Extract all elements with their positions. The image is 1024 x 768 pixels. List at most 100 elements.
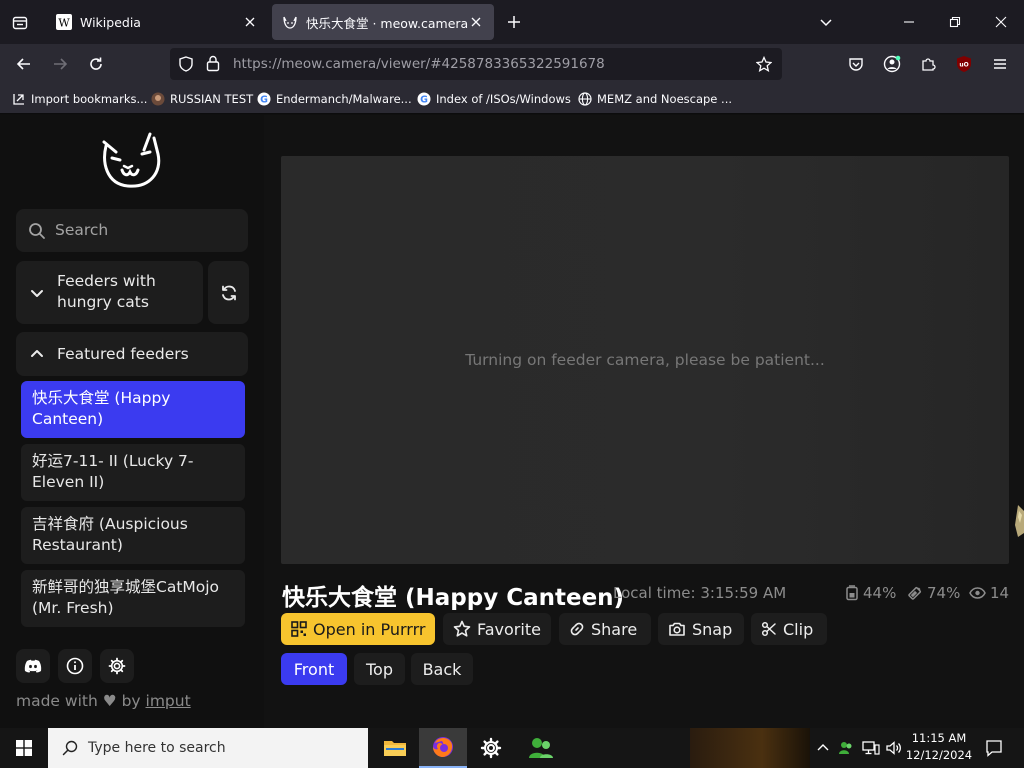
info-button[interactable]	[58, 649, 92, 683]
extensions-puzzle-icon[interactable]	[914, 50, 942, 78]
svg-text:G: G	[420, 95, 428, 106]
snap-button[interactable]: Snap	[658, 613, 744, 645]
feeder-item-happy-canteen[interactable]: 快乐大食堂 (Happy Canteen)	[21, 381, 245, 438]
gear-icon	[480, 737, 502, 759]
tracking-protection-shield-icon[interactable]	[178, 56, 194, 72]
view-front-button[interactable]: Front	[281, 653, 347, 685]
taskbar-search-placeholder: Type here to search	[88, 740, 226, 756]
close-tab-icon[interactable]	[242, 14, 258, 30]
bookmark-star-icon[interactable]	[756, 56, 772, 72]
avatar-icon	[151, 92, 165, 106]
start-button[interactable]	[0, 728, 48, 768]
eye-icon	[969, 587, 986, 599]
bookmark-label: MEMZ and Noescape ...	[597, 92, 733, 106]
heart-icon: ♥	[102, 692, 117, 710]
group-hungry-cats-label: Feeders with hungry cats	[57, 272, 156, 311]
notifications-icon[interactable]	[980, 728, 1008, 768]
bookmark-label: Endermanch/Malware...	[276, 92, 412, 106]
tab-meow-camera[interactable]: 快乐大食堂 · meow.camera	[272, 4, 494, 40]
url-path: /viewer/#4258783365322591678	[376, 56, 605, 72]
refresh-icon	[220, 284, 238, 302]
chevron-down-icon	[30, 286, 44, 300]
bookmark-endermanch[interactable]: G Endermanch/Malware...	[257, 90, 412, 108]
bookmark-label: Import bookmarks...	[31, 92, 148, 106]
taskbar-settings[interactable]	[467, 728, 515, 768]
feeder-item-auspicious-restaurant[interactable]: 吉祥食府 (Auspicious Restaurant)	[21, 507, 245, 564]
view-top-button[interactable]: Top	[354, 653, 405, 685]
feeder-item-mr-fresh[interactable]: 新鲜哥的独享城堡CatMojo (Mr. Fresh)	[21, 570, 245, 627]
firefox-view-icon[interactable]	[8, 11, 32, 35]
meow-camera-cat-logo[interactable]	[98, 128, 168, 194]
food-container-icon	[845, 585, 859, 601]
qr-code-icon	[291, 621, 307, 637]
cat-face-icon	[282, 14, 298, 30]
minimize-window-icon[interactable]	[886, 0, 932, 44]
close-tab-icon[interactable]	[468, 14, 484, 30]
show-hidden-icons-chevron-icon[interactable]	[813, 738, 833, 758]
tab-wikipedia[interactable]: W Wikipedia	[46, 4, 268, 40]
svg-text:uO: uO	[959, 62, 968, 69]
people-icon	[528, 736, 554, 760]
clock-date: 12/12/2024	[905, 748, 973, 762]
settings-button[interactable]	[100, 649, 134, 683]
feeder-item-lucky-7-eleven-ii[interactable]: 好运7-11- II (Lucky 7-Eleven II)	[21, 444, 245, 501]
import-icon	[12, 92, 26, 106]
chevron-up-icon	[30, 347, 44, 361]
search-input[interactable]	[16, 209, 248, 252]
battery-icon	[907, 585, 923, 601]
star-icon	[453, 620, 471, 638]
clip-label: Clip	[783, 619, 814, 639]
view-back-button[interactable]: Back	[411, 653, 473, 685]
pocket-icon[interactable]	[842, 50, 870, 78]
favorite-label: Favorite	[477, 619, 541, 639]
windows-logo-icon	[16, 740, 32, 756]
account-icon[interactable]	[878, 50, 906, 78]
gear-icon	[108, 657, 126, 675]
snap-label: Snap	[692, 619, 733, 639]
taskbar-file-explorer[interactable]	[371, 728, 419, 768]
link-icon	[569, 621, 585, 637]
reload-icon[interactable]	[82, 50, 110, 78]
network-icon[interactable]	[861, 738, 881, 758]
svg-text:W: W	[58, 17, 70, 30]
globe-icon	[578, 92, 592, 106]
clip-button[interactable]: Clip	[751, 613, 827, 645]
taskbar-wallpaper-peek	[690, 728, 810, 768]
lock-icon[interactable]	[206, 55, 220, 72]
search-icon	[62, 740, 78, 756]
taskbar-people-app[interactable]	[517, 728, 565, 768]
app-menu-hamburger-icon[interactable]	[986, 50, 1014, 78]
taskbar-clock[interactable]: 11:15 AM 12/12/2024	[904, 730, 974, 764]
bookmark-isos[interactable]: G Index of /ISOs/Windows	[417, 90, 571, 108]
viewers-stat: 14	[969, 584, 1009, 602]
volume-icon[interactable]	[884, 738, 904, 758]
list-all-tabs-chevron-icon[interactable]	[815, 11, 837, 33]
side-thumbnail-image	[1012, 505, 1024, 537]
forward-arrow-icon[interactable]	[46, 50, 74, 78]
discord-button[interactable]	[16, 649, 50, 683]
share-button[interactable]: Share	[559, 613, 651, 645]
close-window-icon[interactable]	[978, 0, 1024, 44]
battery-value: 74%	[927, 584, 961, 602]
new-tab-plus-icon[interactable]	[503, 11, 525, 33]
refresh-button[interactable]	[208, 261, 249, 324]
folder-icon	[383, 738, 407, 758]
bookmark-import[interactable]: Import bookmarks...	[12, 90, 147, 108]
author-link[interactable]: imput	[146, 692, 191, 710]
open-in-purrrr-button[interactable]: Open in Purrrr	[281, 613, 435, 645]
ublock-origin-icon[interactable]: uO	[950, 50, 978, 78]
by-text: by	[121, 692, 141, 710]
favorite-button[interactable]: Favorite	[443, 613, 551, 645]
group-featured-feeders-label: Featured feeders	[57, 345, 189, 363]
clock-time: 11:15 AM	[911, 731, 967, 745]
people-tray-icon[interactable]	[836, 738, 856, 758]
taskbar-firefox[interactable]	[419, 728, 467, 768]
camera-icon	[668, 621, 686, 637]
tab-title: Wikipedia	[80, 14, 141, 30]
url-text[interactable]: https://meow.camera/viewer/#425878336532…	[233, 56, 605, 72]
restore-window-icon[interactable]	[932, 0, 978, 44]
wikipedia-w-icon: W	[56, 14, 72, 30]
back-arrow-icon[interactable]	[10, 50, 38, 78]
bookmark-memz[interactable]: MEMZ and Noescape ...	[578, 90, 732, 108]
bookmark-russian-test[interactable]: RUSSIAN TEST	[151, 90, 253, 108]
